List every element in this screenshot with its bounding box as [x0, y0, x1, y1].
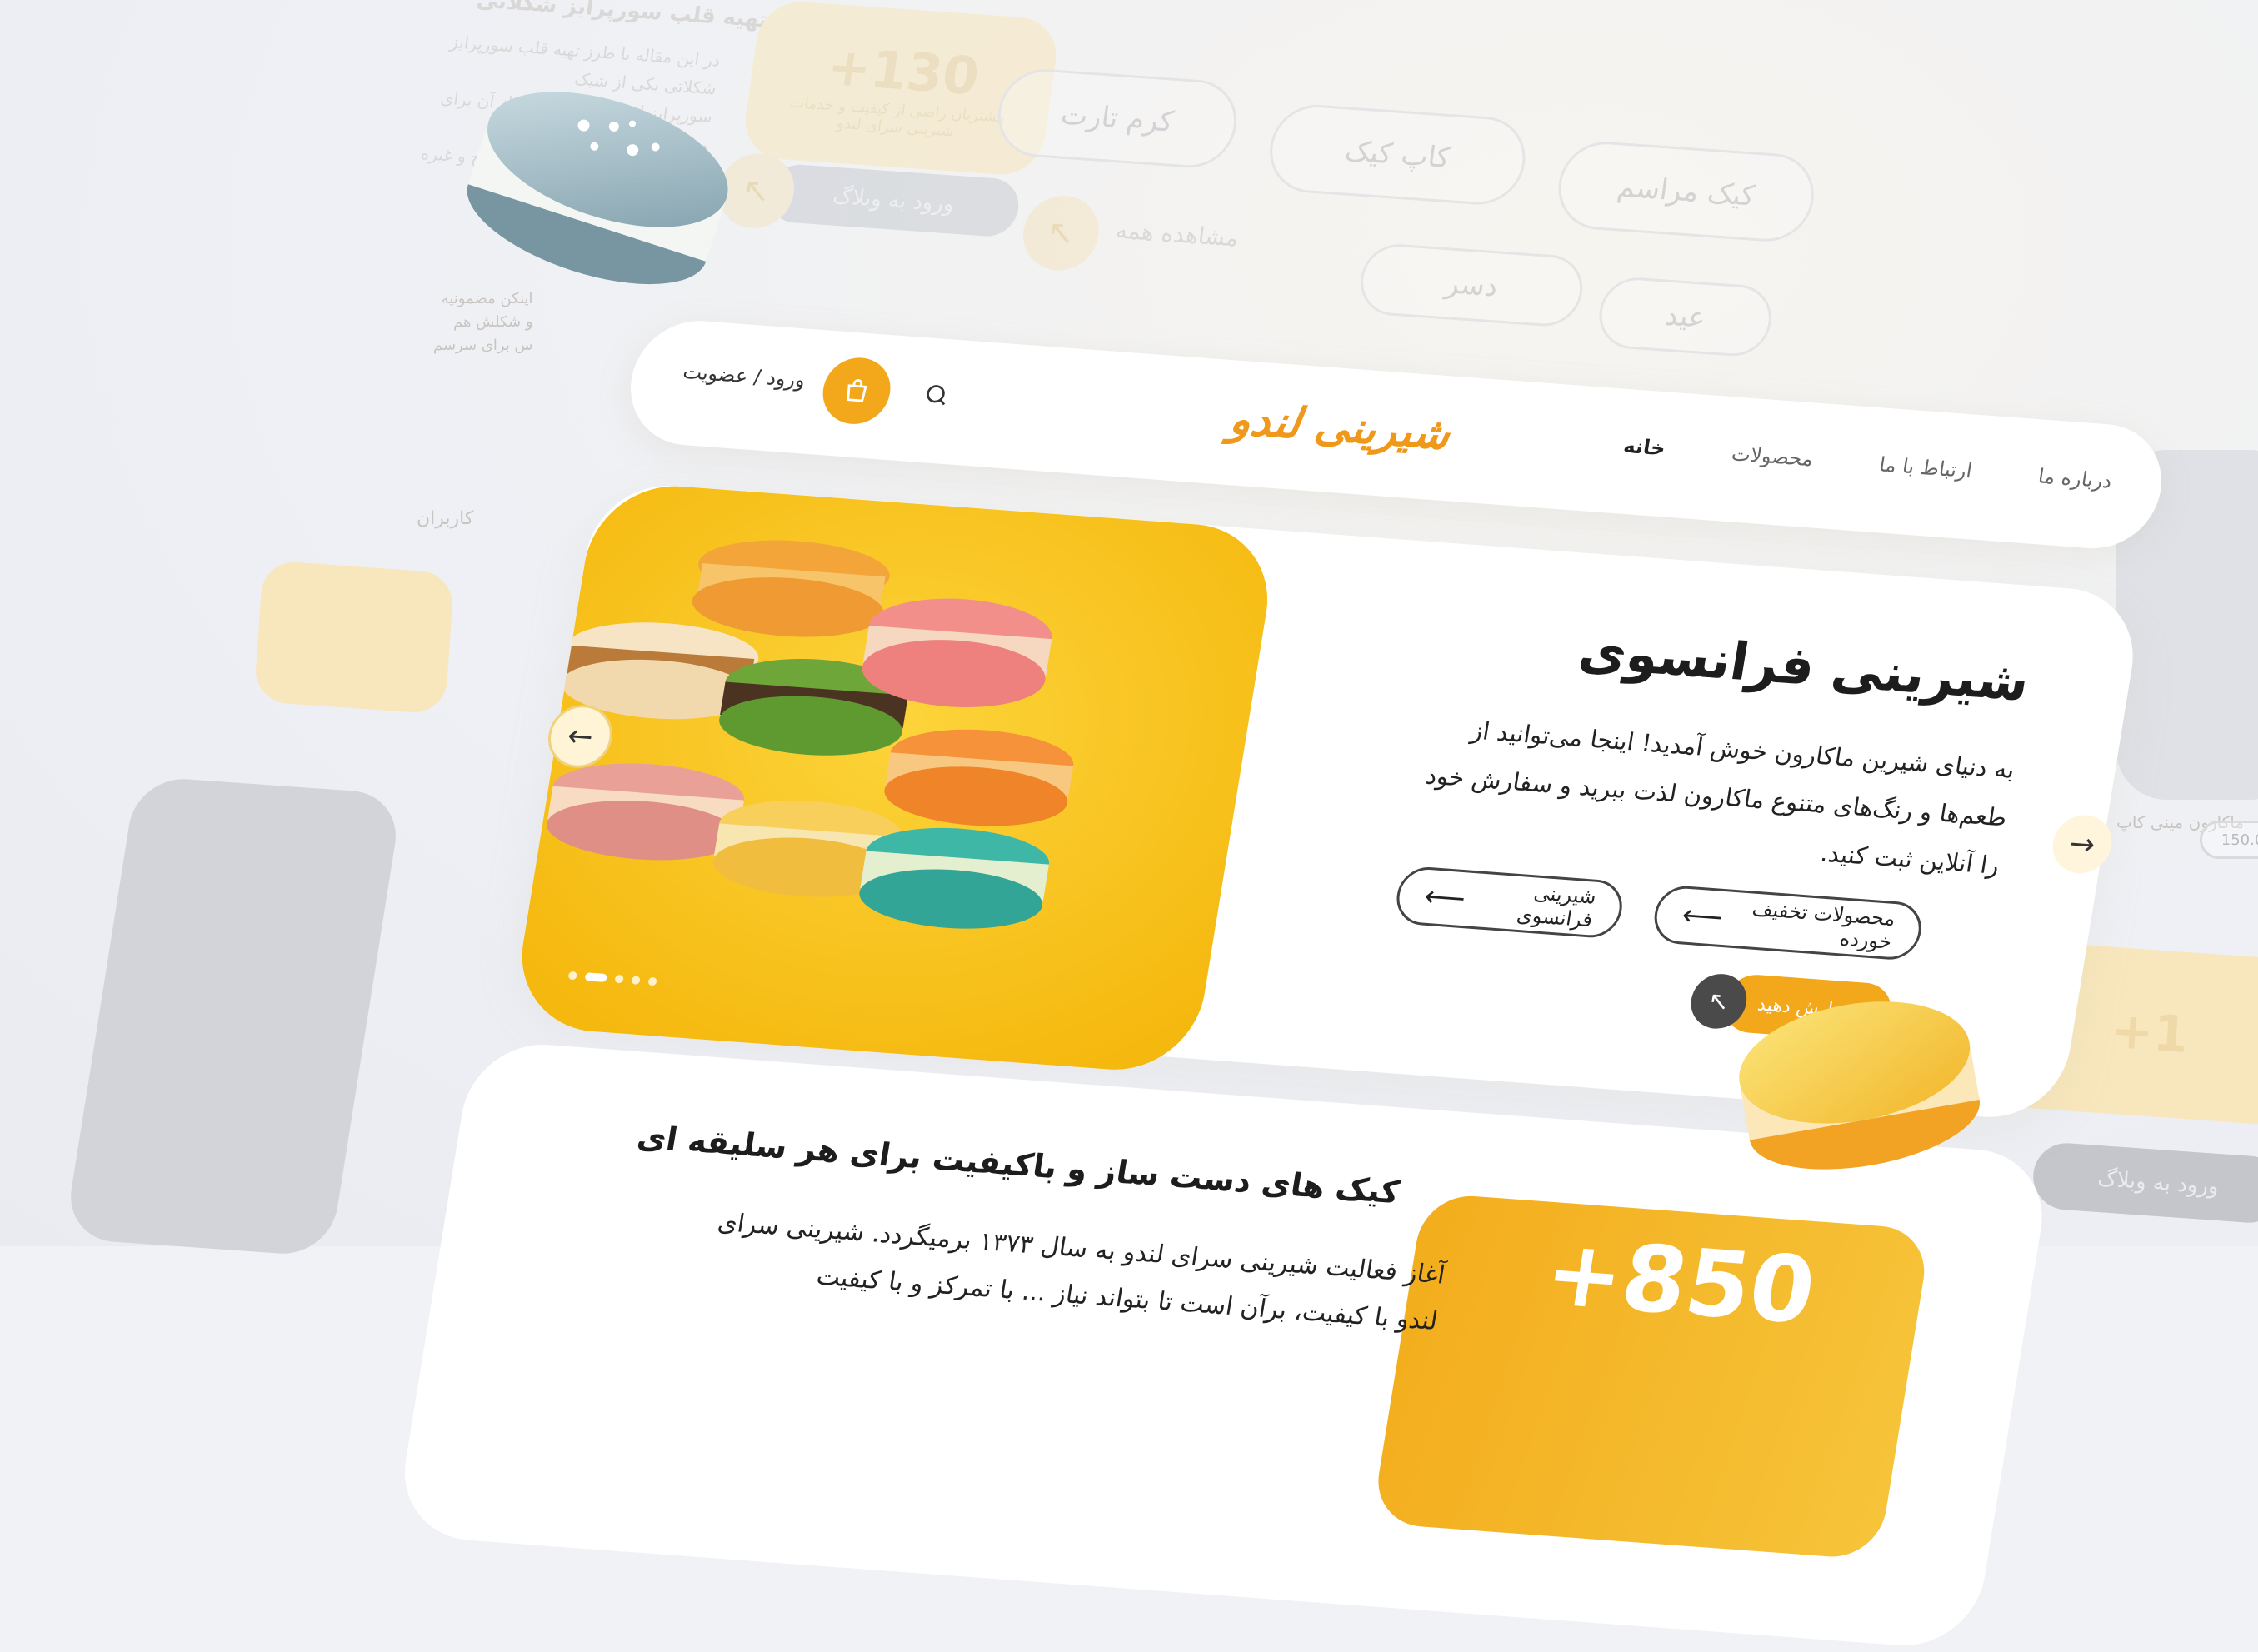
about-title: کیک های دست ساز و باکیفیت برای هر سلیقه …: [634, 1118, 1403, 1211]
bg-see-all-link: مشاهده همه: [1113, 216, 1241, 252]
cart-button[interactable]: [817, 355, 896, 427]
nav-item-about[interactable]: درباره ما: [2036, 464, 2113, 492]
bg-users-label: کاربران: [417, 508, 474, 529]
stat-card: +850: [1371, 1192, 1932, 1560]
search-icon: [927, 385, 946, 406]
blue-macaron-image: [467, 92, 728, 285]
bg-right-price: 150.000: [2200, 821, 2258, 859]
bg-category-ceremony-cake: کیک مراسم: [1552, 138, 1820, 245]
nav-item-contact[interactable]: ارتباط با ما: [1877, 452, 1973, 482]
shopping-bag-icon: [847, 379, 867, 402]
hero-text: شیرینی فرانسوی به دنیای شیرین ماکارون خو…: [1396, 609, 2033, 890]
search-button[interactable]: [920, 381, 958, 417]
bg-category-eid: عید: [1594, 275, 1776, 359]
stat-value: +850: [1537, 1219, 1823, 1345]
discounted-products-button[interactable]: محصولات تخفیف خورده ⟵: [1650, 884, 1926, 962]
slider-dot[interactable]: [567, 971, 578, 981]
yellow-macaron-image: [1739, 1001, 1981, 1170]
login-link[interactable]: ورود / عضویت: [682, 360, 807, 392]
arrow-left-icon: ⟵: [1679, 898, 1726, 935]
bg-category-cupcake: کاپ کیک: [1264, 102, 1531, 208]
nav-item-products[interactable]: محصولات: [1730, 442, 1815, 471]
slider-dot[interactable]: [614, 974, 624, 984]
hero-title: شیرینی فرانسوی: [1574, 619, 2034, 713]
slider-dot[interactable]: [647, 976, 657, 986]
arrow-left-icon: ←: [565, 718, 596, 755]
bg-see-all-icon: ↖: [1018, 192, 1104, 273]
slider-dot[interactable]: [631, 976, 641, 985]
hero-description: به دنیای شیرین ماکارون خوش آمدید! اینجا …: [1424, 716, 2017, 880]
french-pastry-button[interactable]: شیرینی فرانسوی ⟵: [1392, 865, 1626, 940]
bg-login-button: ورود به وبلاگ: [764, 162, 1022, 238]
hero-image: [510, 480, 1280, 1076]
nav-item-home[interactable]: خانه: [1622, 434, 1667, 460]
macaron-stack-image: [510, 480, 1280, 1076]
logo[interactable]: شیرینی لندو: [1226, 393, 1454, 460]
main-mockup: ورود / عضویت شیرینی لندو خانه محصولات ار…: [393, 317, 2187, 1651]
main-nav: خانه محصولات ارتباط با ما درباره ما: [1622, 434, 2114, 493]
arrow-left-icon: ⟵: [1421, 879, 1468, 916]
bg-left-card: [253, 560, 455, 715]
slider-next-button[interactable]: →: [2048, 813, 2116, 876]
about-text: آغاز فعالیت شیرینی سرای لندو به سال ۱۳۷۳…: [715, 1207, 1447, 1337]
bg-category-dessert: دسر: [1356, 242, 1587, 329]
bg-category-cream-tart: کرم تارت: [992, 66, 1242, 171]
slider-dot-active[interactable]: [584, 972, 607, 983]
arrow-right-icon: →: [2066, 826, 2098, 862]
